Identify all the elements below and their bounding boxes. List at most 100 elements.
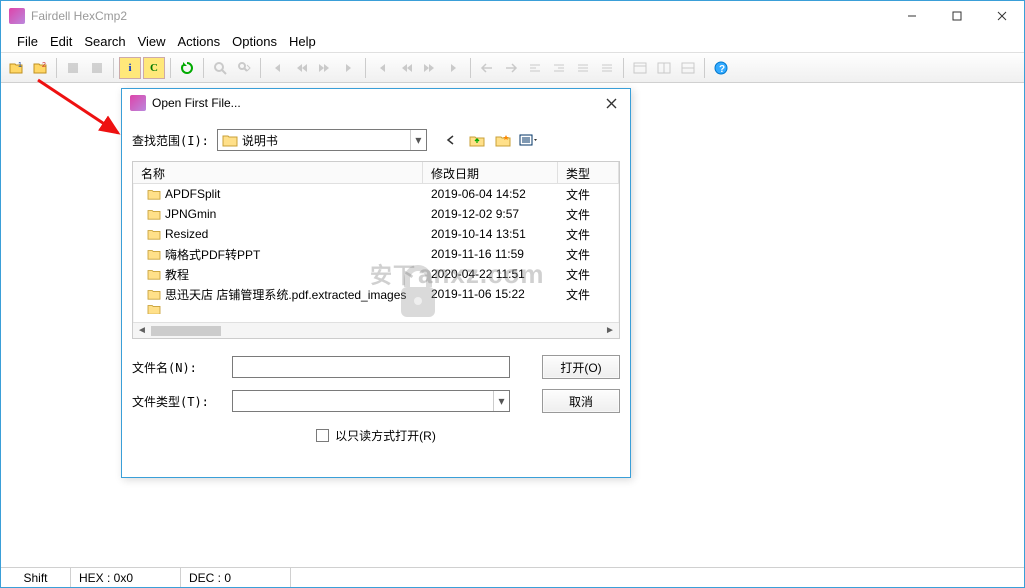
menu-actions[interactable]: Actions (174, 32, 225, 51)
file-name: APDFSplit (165, 187, 220, 201)
open-file-dialog: Open First File... 查找范围(I): 说明书 ▾ 名称 (121, 88, 631, 478)
filename-input[interactable] (232, 356, 510, 378)
find-icon[interactable] (209, 57, 231, 79)
panel-3-icon[interactable] (677, 57, 699, 79)
filetype-combo[interactable]: ▾ (232, 390, 510, 412)
list-2-icon[interactable] (596, 57, 618, 79)
col-name[interactable]: 名称 (133, 162, 423, 183)
titlebar: Fairdell HexCmp2 (1, 1, 1024, 31)
file-row[interactable]: JPNGmin 2019-12-02 9:57文件 (133, 204, 619, 224)
file-date: 2019-11-06 15:22 (423, 287, 558, 301)
align-right-icon[interactable] (548, 57, 570, 79)
col-type[interactable]: 类型 (558, 162, 619, 183)
statusbar: Shift HEX : 0x0 DEC : 0 (1, 567, 1024, 587)
lookin-label: 查找范围(I): (132, 132, 209, 149)
svg-text:2: 2 (42, 62, 46, 69)
nav-first-icon[interactable] (266, 57, 288, 79)
menubar: File Edit Search View Actions Options He… (1, 31, 1024, 53)
up-folder-icon[interactable] (467, 130, 487, 150)
file-type: 文件 (558, 206, 619, 223)
open-2-icon[interactable]: 2 (29, 57, 51, 79)
readonly-checkbox[interactable]: 以只读方式打开(R) (316, 427, 436, 444)
file-date: 2020-04-22 11:51 (423, 267, 558, 281)
info-i-icon[interactable]: i (119, 57, 141, 79)
cancel-button[interactable]: 取消 (542, 389, 620, 413)
file-list: 名称 修改日期 类型 APDFSplit2019-06-04 14:52文件JP… (132, 161, 620, 339)
refresh-icon[interactable] (176, 57, 198, 79)
list-1-icon[interactable] (572, 57, 594, 79)
nav-prev-icon[interactable] (290, 57, 312, 79)
folder-icon (147, 228, 161, 240)
find-next-icon[interactable] (233, 57, 255, 79)
lookin-value: 说明书 (242, 132, 410, 149)
file-name: JPNGmin (165, 207, 216, 221)
file-type: 文件 (558, 246, 619, 263)
grey-2-icon (86, 57, 108, 79)
menu-view[interactable]: View (134, 32, 170, 51)
menu-search[interactable]: Search (80, 32, 129, 51)
dialog-close-button[interactable] (598, 93, 624, 113)
mark-next-icon[interactable] (419, 57, 441, 79)
file-date: 2019-06-04 14:52 (423, 187, 558, 201)
scroll-thumb[interactable] (151, 326, 221, 336)
scroll-left-icon[interactable]: ◄ (135, 325, 149, 337)
menu-options[interactable]: Options (228, 32, 281, 51)
lookin-combo[interactable]: 说明书 ▾ (217, 129, 427, 151)
panel-1-icon[interactable] (629, 57, 651, 79)
folder-icon (147, 288, 161, 300)
mark-prev-icon[interactable] (395, 57, 417, 79)
chevron-down-icon[interactable]: ▾ (410, 130, 426, 150)
file-row[interactable]: Resized2019-10-14 13:51文件 (133, 224, 619, 244)
help-icon[interactable]: ? (710, 57, 732, 79)
file-date: 2019-12-02 9:57 (423, 207, 558, 221)
close-button[interactable] (979, 1, 1024, 31)
menu-edit[interactable]: Edit (46, 32, 76, 51)
mark-first-icon[interactable] (371, 57, 393, 79)
horizontal-scrollbar[interactable]: ◄ ► (133, 322, 619, 338)
sel-right-icon[interactable] (500, 57, 522, 79)
align-left-icon[interactable] (524, 57, 546, 79)
file-row[interactable]: 思迅天店 店铺管理系统.pdf.extracted_images 2019-11-… (133, 284, 619, 304)
nav-next-icon[interactable] (314, 57, 336, 79)
open-1-icon[interactable]: 1 (5, 57, 27, 79)
new-folder-icon[interactable] (493, 130, 513, 150)
menu-help[interactable]: Help (285, 32, 320, 51)
file-row[interactable]: 教程2020-04-22 11:51文件 (133, 264, 619, 284)
file-type: 文件 (558, 186, 619, 203)
readonly-label: 以只读方式打开(R) (335, 427, 436, 444)
file-date: 2019-11-16 11:59 (423, 247, 558, 261)
mark-last-icon[interactable] (443, 57, 465, 79)
grey-1-icon (62, 57, 84, 79)
minimize-button[interactable] (889, 1, 934, 31)
file-name: 嗨格式PDF转PPT (165, 246, 260, 263)
file-name: 思迅天店 店铺管理系统.pdf.extracted_images (165, 286, 406, 303)
folder-icon (222, 133, 238, 147)
scroll-right-icon[interactable]: ► (603, 325, 617, 337)
open-button[interactable]: 打开(O) (542, 355, 620, 379)
file-row[interactable]: 嗨格式PDF转PPT 2019-11-16 11:59文件 (133, 244, 619, 264)
sel-left-icon[interactable] (476, 57, 498, 79)
chevron-down-icon[interactable]: ▾ (493, 391, 509, 411)
nav-last-icon[interactable] (338, 57, 360, 79)
info-c-icon[interactable]: C (143, 57, 165, 79)
back-icon[interactable] (441, 130, 461, 150)
file-row[interactable]: APDFSplit 2019-06-04 14:52文件 (133, 184, 619, 204)
panel-2-icon[interactable] (653, 57, 675, 79)
file-name: Resized (165, 227, 208, 241)
folder-icon (147, 248, 161, 260)
status-shift: Shift (1, 568, 71, 587)
filename-label: 文件名(N): (132, 359, 232, 376)
menu-file[interactable]: File (13, 32, 42, 51)
col-date[interactable]: 修改日期 (423, 162, 558, 183)
filetype-input[interactable] (233, 391, 493, 411)
file-date: 2019-10-14 13:51 (423, 227, 558, 241)
status-hex: HEX : 0x0 (71, 568, 181, 587)
svg-text:?: ? (719, 64, 725, 75)
dialog-title: Open First File... (152, 96, 241, 110)
file-row[interactable] (133, 304, 619, 314)
view-menu-icon[interactable] (519, 130, 539, 150)
checkbox-box[interactable] (316, 429, 329, 442)
file-type: 文件 (558, 266, 619, 283)
maximize-button[interactable] (934, 1, 979, 31)
file-list-header: 名称 修改日期 类型 (133, 162, 619, 184)
